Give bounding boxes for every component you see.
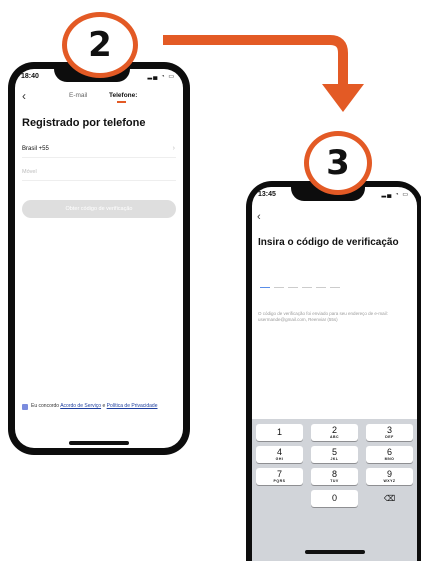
step-badge-2: 2 bbox=[62, 12, 138, 78]
agree-text: Eu concordo Acordo de Serviço e Política… bbox=[31, 403, 171, 410]
home-indicator bbox=[305, 550, 365, 554]
back-icon[interactable]: ‹ bbox=[22, 89, 26, 103]
verify-screen: 13:45 ▂▄ ◔ ▭ ‹ Insira o código de verifi… bbox=[252, 187, 417, 561]
code-digit-slot bbox=[274, 287, 284, 288]
arrow-head bbox=[322, 84, 364, 112]
status-time: 18:40 bbox=[21, 73, 39, 80]
agree-and: e bbox=[102, 403, 106, 409]
key-3[interactable]: 3 DEF bbox=[366, 424, 413, 441]
tab-email[interactable]: E-mail bbox=[69, 92, 87, 99]
chevron-right-icon[interactable]: › bbox=[173, 145, 175, 152]
key-letters: WXYZ bbox=[383, 479, 396, 483]
get-code-button[interactable]: Obter código de verificação bbox=[22, 200, 176, 218]
divider bbox=[22, 180, 176, 181]
delete-key[interactable]: ⌫ bbox=[366, 490, 413, 507]
key-number: 0 bbox=[331, 493, 337, 503]
key-letters: JKL bbox=[330, 457, 339, 461]
key-letters: PQRS bbox=[273, 479, 286, 483]
key-5[interactable]: 5 JKL bbox=[311, 446, 358, 463]
code-digit-slot bbox=[288, 287, 298, 288]
backspace-icon: ⌫ bbox=[383, 494, 396, 503]
key-number: 6 bbox=[386, 447, 392, 457]
key-7[interactable]: 7 PQRS bbox=[256, 468, 303, 485]
back-icon[interactable]: ‹ bbox=[257, 211, 261, 223]
key-number: 9 bbox=[386, 469, 392, 479]
key-letters: DEF bbox=[385, 435, 394, 439]
code-digit-slot bbox=[330, 287, 340, 288]
key-number: 8 bbox=[331, 469, 337, 479]
mobile-input[interactable]: Móvel bbox=[22, 169, 37, 175]
key-letters: ABC bbox=[329, 435, 340, 439]
code-digit-slot bbox=[302, 287, 312, 288]
code-digit-slot bbox=[316, 287, 326, 288]
agree-checkbox[interactable] bbox=[22, 404, 28, 410]
arrow-shaft bbox=[163, 35, 348, 88]
key-number: 2 bbox=[331, 425, 337, 435]
status-time: 13:45 bbox=[258, 191, 276, 198]
numeric-keypad: 1 2 ABC 3 DEF 4 GHI 5 JKL 6 MNO 7 PQRS 8 TUV 9W… bbox=[252, 419, 417, 561]
key-letters: MNO bbox=[384, 457, 395, 461]
step-badge-3: 3 bbox=[304, 131, 372, 195]
divider bbox=[22, 157, 176, 158]
key-6[interactable]: 6 MNO bbox=[366, 446, 413, 463]
key-8[interactable]: 8 TUV bbox=[311, 468, 358, 485]
key-number: 7 bbox=[276, 469, 282, 479]
tab-active-indicator bbox=[117, 101, 126, 103]
key-letters: TUV bbox=[330, 479, 339, 483]
key-number: 3 bbox=[386, 425, 392, 435]
privacy-link[interactable]: Política de Privacidade bbox=[107, 403, 158, 409]
key-9[interactable]: 9 WXYZ bbox=[366, 468, 413, 485]
page-title: Insira o código de verificação bbox=[258, 237, 399, 248]
step-number: 2 bbox=[88, 25, 112, 65]
phone-register: 18:40 ▂▄ ◔ ▭ ‹ E-mail Telefone: Registra… bbox=[8, 62, 190, 455]
code-digit-slot bbox=[260, 287, 270, 288]
key-4[interactable]: 4 GHI bbox=[256, 446, 303, 463]
terms-link[interactable]: Acordo de Serviço bbox=[60, 403, 101, 409]
phone-verify: 13:45 ▂▄ ◔ ▭ ‹ Insira o código de verifi… bbox=[246, 181, 421, 561]
tab-phone[interactable]: Telefone: bbox=[109, 92, 137, 99]
key-number: 4 bbox=[276, 447, 282, 457]
agree-prefix: Eu concordo bbox=[31, 403, 60, 409]
verification-info: O código de verificação foi enviado para… bbox=[258, 311, 388, 322]
key-letters: GHI bbox=[275, 457, 284, 461]
key-1[interactable]: 1 bbox=[256, 424, 303, 441]
step-number: 3 bbox=[326, 143, 350, 183]
page-title: Registrado por telefone bbox=[22, 117, 146, 129]
key-number: 5 bbox=[331, 447, 337, 457]
country-selector[interactable]: Brasil +55 bbox=[22, 146, 49, 152]
status-icons: ▂▄ ◔ ▭ bbox=[381, 192, 409, 198]
key-number: 1 bbox=[276, 427, 282, 437]
register-screen: 18:40 ▂▄ ◔ ▭ ‹ E-mail Telefone: Registra… bbox=[15, 69, 183, 448]
key-0[interactable]: 0 bbox=[311, 490, 358, 507]
key-2[interactable]: 2 ABC bbox=[311, 424, 358, 441]
status-icons: ▂▄ ◔ ▭ bbox=[147, 74, 175, 80]
home-indicator bbox=[69, 441, 129, 445]
